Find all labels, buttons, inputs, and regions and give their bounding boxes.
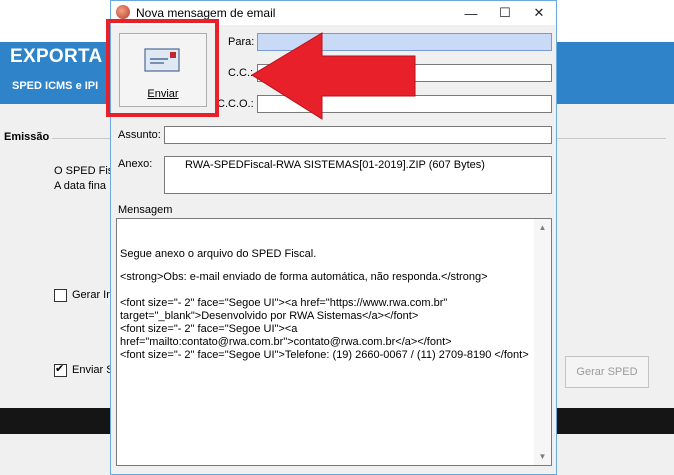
maximize-button[interactable]: ☐ <box>488 1 522 25</box>
email-dialog: Nova mensagem de email — ☐ ✕ Enviar Para… <box>110 0 557 475</box>
attachment-item[interactable]: RWA-SPEDFiscal-RWA SISTEMAS[01-2019].ZIP… <box>185 159 485 171</box>
message-body[interactable]: Segue anexo o arquivo do SPED Fiscal. <s… <box>116 218 552 466</box>
send-button[interactable]: Enviar <box>119 33 207 107</box>
dialog-title: Nova mensagem de email <box>136 6 276 20</box>
message-label: Mensagem <box>118 204 173 216</box>
enviar-checkbox[interactable] <box>54 362 67 377</box>
assunto-label: Assunto: <box>118 129 161 141</box>
emissao-section-label: Emissão <box>4 131 50 143</box>
message-line: target="_blank">Desenvolvido por RWA Sis… <box>120 310 419 322</box>
anexo-label: Anexo: <box>118 158 153 170</box>
enviar-checkbox-label: Enviar S <box>72 364 114 376</box>
background-subtitle: SPED ICMS e IPI <box>12 80 99 92</box>
message-line: <font size="- 2" face="Segoe UI">Telefon… <box>120 349 529 361</box>
envelope-icon <box>144 48 180 72</box>
scroll-up-icon[interactable]: ▲ <box>534 219 551 236</box>
app-icon <box>116 5 130 19</box>
message-line: <font size="- 2" face="Segoe UI"><a href… <box>120 297 448 309</box>
gerar-sped-button[interactable]: Gerar SPED <box>565 356 649 388</box>
message-line: href="mailto:contato@rwa.com.br">contato… <box>120 336 452 348</box>
attachment-list[interactable]: RWA-SPEDFiscal-RWA SISTEMAS[01-2019].ZIP… <box>164 156 552 194</box>
cc-input[interactable] <box>257 64 552 82</box>
message-line: Segue anexo o arquivo do SPED Fiscal. <box>120 248 317 260</box>
para-label: Para: <box>228 36 255 48</box>
para-input[interactable] <box>257 33 552 51</box>
close-button[interactable]: ✕ <box>522 1 556 25</box>
cc-label: C.C.: <box>228 67 254 79</box>
gerar-checkbox-label: Gerar In <box>72 289 113 301</box>
assunto-input[interactable] <box>164 126 552 144</box>
send-button-label: Enviar <box>147 88 179 100</box>
message-line: <strong>Obs: e-mail enviado de forma aut… <box>120 271 488 283</box>
date-info-text: A data fina <box>54 180 106 192</box>
dialog-titlebar[interactable]: Nova mensagem de email — ☐ ✕ <box>111 1 556 25</box>
cco-input[interactable] <box>257 95 552 113</box>
minimize-button[interactable]: — <box>454 1 488 25</box>
background-title: EXPORTA <box>10 46 103 67</box>
gerar-checkbox[interactable] <box>54 289 67 302</box>
message-scrollbar[interactable]: ▲ ▼ <box>534 219 551 465</box>
cco-label: C.C.O.: <box>217 98 254 110</box>
scroll-down-icon[interactable]: ▼ <box>534 448 551 465</box>
message-line: <font size="- 2" face="Segoe UI"><a <box>120 323 298 335</box>
